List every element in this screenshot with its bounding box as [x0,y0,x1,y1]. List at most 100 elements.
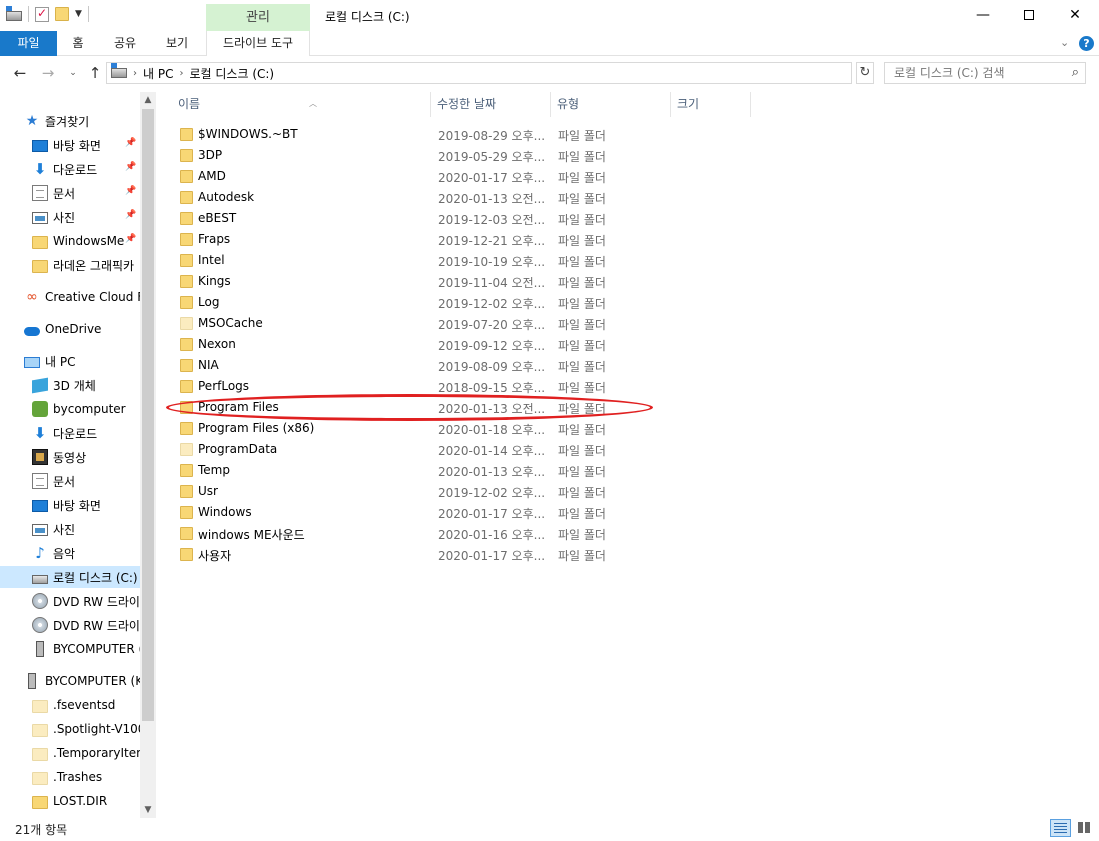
pin-icon[interactable]: 📌 [125,234,136,244]
file-row[interactable]: $WINDOWS.~BT 2019-08-29 오후... 파일 폴더 [172,124,772,145]
file-row[interactable]: PerfLogs 2018-09-15 오후... 파일 폴더 [172,376,772,397]
minimize-button[interactable]: — [960,0,1006,31]
file-row[interactable]: NIA 2019-08-09 오후... 파일 폴더 [172,355,772,376]
breadcrumb-local-disk[interactable]: 로컬 디스크 (C:) [189,65,274,82]
tab-home[interactable]: 홈 [62,31,94,56]
tab-view[interactable]: 보기 [157,31,197,56]
file-row[interactable]: AMD 2020-01-17 오후... 파일 폴더 [172,166,772,187]
details-view-button[interactable] [1050,819,1071,837]
file-row[interactable]: eBEST 2019-12-03 오전... 파일 폴더 [172,208,772,229]
file-row[interactable]: Kings 2019-11-04 오전... 파일 폴더 [172,271,772,292]
recent-locations-dropdown-icon[interactable]: ⌄ [63,68,83,78]
nav-item[interactable]: OneDrive [24,318,156,340]
nav-item[interactable]: BYCOMPUTER (K: [24,670,156,692]
refresh-button[interactable]: ↻ [856,62,874,84]
nav-item[interactable]: 문서 [32,182,156,204]
file-row[interactable]: Program Files 2020-01-13 오전... 파일 폴더 [172,397,772,418]
file-row[interactable]: Nexon 2019-09-12 오후... 파일 폴더 [172,334,772,355]
nav-item[interactable]: 문서 [32,470,156,492]
tab-file[interactable]: 파일 [0,31,57,56]
nav-item[interactable]: .Spotlight-V100 [32,718,156,740]
nav-item[interactable]: ★ 즐겨찾기 [24,110,156,132]
nav-item[interactable]: 동영상 [32,446,156,468]
file-row[interactable]: Temp 2020-01-13 오후... 파일 폴더 [172,460,772,481]
file-row[interactable]: Intel 2019-10-19 오후... 파일 폴더 [172,250,772,271]
address-bar[interactable]: › 내 PC › 로컬 디스크 (C:) [106,62,852,84]
maximize-button[interactable] [1006,0,1052,31]
nav-item[interactable]: BYCOMPUTER ( [32,638,156,660]
nav-item[interactable]: DVD RW 드라이 [32,614,156,636]
scroll-down-icon[interactable]: ▼ [140,802,156,818]
breadcrumb-separator-icon[interactable]: › [133,68,137,79]
help-icon[interactable]: ? [1079,36,1094,51]
folder-pale-icon [32,723,48,737]
nav-item[interactable]: LOST.DIR [32,790,156,812]
nav-item[interactable]: 3D 개체 [32,374,156,396]
nav-item[interactable]: 사진 [32,518,156,540]
column-header-type[interactable]: 유형 [551,92,671,117]
file-row[interactable]: ProgramData 2020-01-14 오후... 파일 폴더 [172,439,772,460]
file-row[interactable]: windows ME사운드 2020-01-16 오후... 파일 폴더 [172,523,772,544]
nav-scrollbar[interactable]: ▲ ▼ [140,92,156,818]
nav-item[interactable]: WindowsMe [32,230,156,252]
pin-icon[interactable]: 📌 [125,210,136,220]
tab-share[interactable]: 공유 [105,31,145,56]
search-box[interactable]: 로컬 디스크 (C:) 검색 ⌕ [884,62,1086,84]
column-header-name[interactable]: 이름 ︿ [172,92,431,117]
pin-icon[interactable]: 📌 [125,138,136,148]
file-row[interactable]: 사용자 2020-01-17 오후... 파일 폴더 [172,544,772,565]
navigation-pane: ★ 즐겨찾기 바탕 화면 📌 ⬇ 다운로드 📌 문서 📌 사진 📌 WindowsMe 📌 라데온 그래픽… [0,92,156,818]
search-icon[interactable]: ⌕ [1072,63,1079,83]
title-bar: ▼ 관리 로컬 디스크 (C:) — ✕ [0,0,1099,31]
forward-button[interactable]: → [38,64,58,82]
close-button[interactable]: ✕ [1052,0,1098,31]
nav-item[interactable]: DVD RW 드라이 [32,590,156,612]
customize-toolbar-dropdown-icon[interactable]: ▼ [75,9,82,19]
file-name: MSOCache [198,316,263,330]
column-header-size[interactable]: 크기 [671,92,751,117]
nav-item[interactable]: 로컬 디스크 (C:) [0,566,140,588]
nav-item[interactable]: bycomputer [32,398,156,420]
file-date: 2019-12-03 오전... [438,213,546,227]
file-row[interactable]: Fraps 2019-12-21 오후... 파일 폴더 [172,229,772,250]
up-button[interactable]: ↑ [85,64,105,82]
new-folder-icon[interactable] [55,7,69,21]
file-row[interactable]: Log 2019-12-02 오후... 파일 폴더 [172,292,772,313]
breadcrumb-this-pc[interactable]: 내 PC [143,65,173,82]
file-row[interactable]: Usr 2019-12-02 오후... 파일 폴더 [172,481,772,502]
column-header-date-modified[interactable]: 수정한 날짜 [431,92,551,117]
nav-item[interactable]: ⬇ 다운로드 [32,422,156,444]
nav-item[interactable]: 바탕 화면 [32,134,156,156]
breadcrumb-separator-icon[interactable]: › [179,68,183,79]
nav-item[interactable]: 라데온 그래픽카 [32,254,156,276]
nav-item[interactable]: .TemporaryItems [32,742,156,764]
file-row[interactable]: Program Files (x86) 2020-01-18 오후... 파일 폴더 [172,418,772,439]
dvd-icon [32,593,48,609]
properties-icon[interactable] [35,6,49,22]
document-icon [32,473,48,489]
scroll-thumb[interactable] [142,109,154,721]
file-row[interactable]: Autodesk 2020-01-13 오전... 파일 폴더 [172,187,772,208]
file-type: 파일 폴더 [558,318,606,332]
pin-icon[interactable]: 📌 [125,162,136,172]
nav-item[interactable]: .Trashes [32,766,156,788]
nav-item[interactable]: ⬇ 다운로드 [32,158,156,180]
file-type: 파일 폴더 [558,465,606,479]
tab-drive-tools[interactable]: 드라이브 도구 [206,31,310,56]
file-row[interactable]: 3DP 2019-05-29 오후... 파일 폴더 [172,145,772,166]
folder-icon [180,359,193,372]
nav-item[interactable]: ∞ Creative Cloud Fi [24,286,156,308]
expand-ribbon-chevron-icon[interactable]: ⌄ [1060,36,1069,49]
nav-item[interactable]: 사진 [32,206,156,228]
large-icons-view-button[interactable] [1075,819,1094,837]
pin-icon[interactable]: 📌 [125,186,136,196]
file-row[interactable]: MSOCache 2019-07-20 오후... 파일 폴더 [172,313,772,334]
nav-item[interactable]: 내 PC [24,350,156,372]
nav-item[interactable]: .fseventsd [32,694,156,716]
scroll-up-icon[interactable]: ▲ [140,92,156,108]
file-row[interactable]: Windows 2020-01-17 오후... 파일 폴더 [172,502,772,523]
nav-item[interactable]: 바탕 화면 [32,494,156,516]
back-button[interactable]: ← [10,64,30,82]
file-type: 파일 폴더 [558,192,606,206]
nav-item[interactable]: ♪ 음악 [32,542,156,564]
